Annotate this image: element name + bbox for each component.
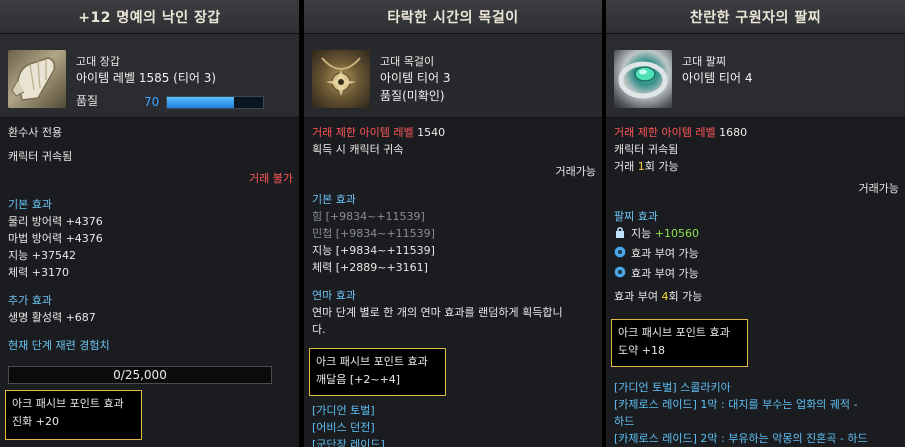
basic-effect-line: 체력 [+2889~+3161] [312,261,428,274]
effect-grant-label: 효과 부여 가능 [631,267,699,280]
trade-restriction-label: 거래 제한 아이템 레벨 [614,126,716,139]
extra-effect-line: 생명 활성력 +687 [8,311,96,324]
trade-count: 거래 1회 가능 [614,158,899,175]
trade-restriction: 거래 제한 아이템 레벨 1680 [614,124,899,141]
basic-effect-line: 지능 [+9834~+11539] [312,244,435,257]
ark-passive-box: 아크 패시브 포인트 효과 도약 +18 [611,319,748,367]
refine-effect-title: 연마 효과 [312,289,356,302]
bind-status: 캐릭터 귀속됨 [8,150,73,163]
item-info: 고대 장갑 아이템 레벨 1585 (티어 3) [76,54,216,87]
ark-passive-title: 아크 패시브 포인트 효과 [12,397,124,410]
item-header: 고대 목걸이 아이템 티어 3 품질(미확인) [304,34,602,118]
trade-status: 거래가능 [555,165,596,178]
tooltip-necklace: 타락한 시간의 목걸이 고대 목걸이 아이템 티어 3 품질(미확인) 거래 제… [304,0,602,447]
basic-effect-line: 지능 +37542 [8,249,76,262]
trade-restriction: 거래 제한 아이템 레벨 1540 [312,124,596,141]
item-grade: 고대 팔찌 [682,55,726,68]
necklace-icon [312,50,370,108]
refine-exp-title: 현재 단계 재련 경험치 [8,339,110,352]
item-level: 아이템 레벨 1585 (티어 3) [76,71,217,85]
item-details: 거래 제한 아이템 레벨 1680 캐릭터 귀속됨 거래 1회 가능 거래가능 … [614,124,899,305]
trade-status: 거래 불가 [249,172,293,185]
quality-value: 70 [144,95,160,109]
class-restriction: 환수사 전용 [8,126,63,139]
ark-passive-value: 진화 +20 [12,415,59,428]
acquisition-link[interactable]: [카제로스 레이드] 2막 : 부유하는 악몽의 진혼곡 - 하드 [614,430,899,447]
basic-effect-line-inactive: 민첩 [+9834~+11539] [312,227,435,240]
trade-count-prefix: 거래 [614,160,638,173]
acquisition-link[interactable]: [군단장 레이드] [312,436,596,447]
gloves-icon [8,50,66,108]
item-details: 환수사 전용 캐릭터 귀속됨 거래 불가 기본 효과 물리 방어력 +4376 … [8,124,293,354]
acquisition-link[interactable]: [가디언 토벌] 스콜라키아 [614,379,899,396]
basic-effect-line: 물리 방어력 +4376 [8,215,103,228]
basic-effect-title: 기본 효과 [8,198,52,211]
acquisition-link-cont[interactable]: 하드 [614,413,899,430]
item-title: 찬란한 구원자의 팔찌 [606,0,905,34]
effect-grant-count: 효과 부여 4회 가능 [614,288,899,305]
reroll-icon [614,266,626,278]
item-info: 고대 팔찌 아이템 티어 4 [682,54,752,87]
trade-restriction-label: 거래 제한 아이템 레벨 [312,126,414,139]
item-title: 타락한 시간의 목걸이 [304,0,602,34]
trade-count-suffix: 회 가능 [644,160,679,173]
bind-status: 캐릭터 귀속됨 [614,143,679,156]
refine-effect-desc: 연마 단계 별로 한 개의 연마 효과를 랜덤하게 획득합니 [312,306,563,319]
item-tier: 아이템 티어 4 [682,71,753,85]
bracelet-effect-stat-value: +10560 [654,227,699,240]
extra-effect-title: 추가 효과 [8,294,52,307]
bind-status: 획득 시 캐릭터 귀속 [312,143,404,156]
acquisition-list: [가디언 토벌] 스콜라키아 [카제로스 레이드] 1막 : 대지를 부수는 업… [614,379,899,447]
acquisition-link[interactable]: [가디언 토벌] [312,402,596,419]
ark-passive-title: 아크 패시브 포인트 효과 [618,326,730,339]
ark-passive-box: 아크 패시브 포인트 효과 깨달음 [+2~+4] [309,348,446,396]
basic-effect-line-inactive: 힘 [+9834~+11539] [312,210,425,223]
effect-grant-label: 효과 부여 가능 [631,247,699,260]
bracelet-effect-title: 팔찌 효과 [614,210,658,223]
bracelet-effect-stat-name: 지능 [631,227,655,240]
reroll-icon [614,246,626,258]
trade-restriction-value: 1680 [715,126,748,139]
quality-label: 품질 [76,94,99,108]
item-grade: 고대 목걸이 [380,55,435,68]
item-info: 고대 목걸이 아이템 티어 3 품질(미확인) [380,54,450,105]
trade-status: 거래가능 [858,182,899,195]
quality-bar [166,96,264,109]
ark-passive-title: 아크 패시브 포인트 효과 [316,355,428,368]
effect-grant-slot: 효과 부여 가능 [614,245,899,262]
effect-grant-slot: 효과 부여 가능 [614,265,899,282]
item-grade: 고대 장갑 [76,55,120,68]
item-header: 고대 팔찌 아이템 티어 4 [606,34,905,118]
refine-effect-desc-cont: 다. [312,323,326,336]
lock-icon [616,227,624,238]
item-details: 거래 제한 아이템 레벨 1540 획득 시 캐릭터 귀속 거래가능 기본 효과… [312,124,596,338]
tooltip-gloves: +12 명예의 낙인 장갑 고대 장갑 아이템 레벨 1585 (티어 3) 품… [0,0,299,447]
ark-passive-value: 깨달음 [+2~+4] [316,373,401,386]
item-title: +12 명예의 낙인 장갑 [0,0,299,34]
basic-effect-title: 기본 효과 [312,193,356,206]
ark-passive-box: 아크 패시브 포인트 효과 진화 +20 [5,390,142,440]
tooltip-bracelet: 찬란한 구원자의 팔찌 고대 팔찌 아이템 티어 4 거래 제한 아이템 레벨 … [606,0,905,447]
acquisition-link[interactable]: [어비스 던전] [312,419,596,436]
bracelet-effect-stat: 지능 +10560 [614,225,899,242]
item-quality: 품질(미확인) [380,89,445,103]
basic-effect-line: 마법 방어력 +4376 [8,232,103,245]
effect-grant-count-prefix: 효과 부여 [614,290,662,303]
acquisition-link[interactable]: [카제로스 레이드] 1막 : 대지를 부수는 업화의 궤적 - [614,396,899,413]
ark-passive-value: 도약 +18 [618,344,665,357]
quality-bar-fill [167,97,235,108]
basic-effect-line: 체력 +3170 [8,266,69,279]
trade-count-number: 1 [637,160,645,173]
acquisition-list: [가디언 토벌] [어비스 던전] [군단장 레이드] [312,402,596,447]
bracelet-icon [614,50,672,108]
item-tier: 아이템 티어 3 [380,71,451,85]
effect-grant-count-suffix: 회 가능 [668,290,703,303]
refine-exp-bar: 0/25,000 [8,366,272,384]
trade-restriction-value: 1540 [413,126,446,139]
